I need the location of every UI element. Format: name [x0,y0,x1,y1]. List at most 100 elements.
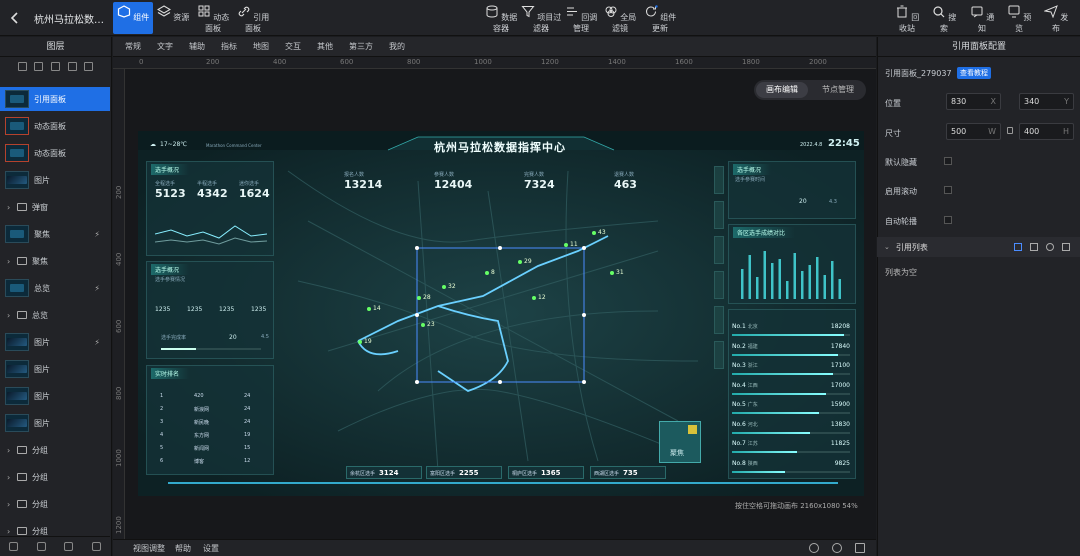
category-tab[interactable]: 文字 [157,41,173,52]
move-up-icon[interactable] [50,61,60,71]
category-tab[interactable]: 第三方 [349,41,373,52]
category-tab[interactable]: 常规 [125,41,141,52]
recycle-bin-button[interactable]: 回收站 [893,2,921,34]
layer-item[interactable]: 图片 [0,168,110,192]
focus-button[interactable]: 聚焦 [659,421,701,463]
default-hidden-checkbox[interactable] [944,157,952,165]
status-value-1: 1235 [155,306,171,313]
side-tab-2[interactable] [714,201,724,229]
help-button[interactable]: 帮助 [175,543,191,554]
layer-item[interactable]: 引用面板 [0,87,110,111]
layer-item[interactable]: 图片 [0,357,110,381]
layer-folder[interactable]: › 分组 [0,438,110,462]
height-input[interactable]: 400 H [1019,123,1074,140]
position-y-input[interactable]: 340 Y [1019,93,1074,110]
layer-folder[interactable]: › 弹窗 [0,195,110,219]
search-button[interactable]: 搜索 [930,2,958,34]
layer-folder[interactable]: › 分组 [0,465,110,489]
notification-button[interactable]: 通知 [968,2,996,34]
reference-link-icon[interactable]: ⚡ [94,284,100,293]
zoom-out-icon[interactable] [809,543,819,553]
lock-ratio-icon[interactable] [1007,127,1013,134]
group-icon[interactable] [67,61,77,71]
layer-folder[interactable]: › 分组 [0,492,110,516]
autoplay-checkbox[interactable] [944,216,952,224]
canvas-edit-tab[interactable]: 画布编辑 [756,82,808,98]
layer-item[interactable]: 动态面板 [0,141,110,165]
map-pin[interactable]: 19 [358,338,372,345]
global-filter-button[interactable]: 全局滤镜 [603,2,637,34]
layer-item[interactable]: 聚焦 ⚡ [0,222,110,246]
layer-folder[interactable]: › 聚焦 [0,249,110,273]
side-tab-6[interactable] [714,341,724,369]
category-tab[interactable]: 交互 [285,41,301,52]
category-tab[interactable]: 其他 [317,41,333,52]
side-tab-3[interactable] [714,236,724,264]
district-label: 桐庐区选手 [512,471,538,477]
tab-components[interactable]: 组件 [113,2,153,34]
layer-item[interactable]: 动态面板 [0,114,110,138]
category-tab[interactable]: 指标 [221,41,237,52]
move-bottom-icon[interactable] [34,61,44,71]
layer-label: 总览 [32,310,48,320]
layer-item[interactable]: 图片 ⚡ [0,330,110,354]
dashboard-preview[interactable]: ☁ 17~28℃ Marathon Command Center 杭州马拉松数据… [138,131,864,496]
layer-item[interactable]: 图片 [0,384,110,408]
list-icon[interactable] [1030,243,1038,251]
layer-folder[interactable]: › 总览 [0,303,110,327]
publish-button[interactable]: 发布 [1042,2,1070,34]
side-tab-4[interactable] [714,271,724,299]
panel-name: 引用面板_279037 [885,69,952,78]
add-icon[interactable] [1046,243,1054,251]
map-pin[interactable]: 29 [518,258,532,265]
fit-screen-icon[interactable] [855,543,865,553]
map-pin[interactable]: 43 [592,229,606,236]
delete-icon[interactable] [91,542,101,551]
move-top-icon[interactable] [17,61,27,71]
node-manage-tab[interactable]: 节点管理 [812,82,864,98]
map-pin[interactable]: 28 [417,294,431,301]
zoom-in-icon[interactable] [832,543,842,553]
copy-icon[interactable] [64,542,74,551]
side-tab-1[interactable] [714,166,724,194]
rank-cell: 2 [160,406,164,412]
map-pin[interactable]: 32 [442,283,456,290]
tab-ref-panel[interactable]: 引用面板 [235,2,271,34]
list-view-icon[interactable] [84,61,94,71]
map-pin[interactable]: 12 [532,294,546,301]
side-tab-5[interactable] [714,306,724,334]
value-cell: 24 [244,406,251,412]
trash-icon[interactable] [1062,243,1070,251]
map-pin[interactable]: 11 [564,241,578,248]
callback-manage-button[interactable]: 回调管理 [564,2,598,34]
map-pin[interactable]: 23 [421,321,435,328]
view-adjust-button[interactable]: 视图调整 [133,543,165,554]
component-update-button[interactable]: 组件更新 [643,2,677,34]
category-tab[interactable]: 我的 [389,41,405,52]
tree-view-icon[interactable] [1014,243,1022,251]
category-tab[interactable]: 地图 [253,41,269,52]
tab-resources[interactable]: 资源 [156,2,190,34]
reference-link-icon[interactable]: ⚡ [94,230,100,239]
back-arrow-icon[interactable] [8,10,22,26]
tutorial-link[interactable]: 查看教程 [957,67,991,79]
add-layer-icon[interactable] [9,542,19,551]
preview-button[interactable]: 预览 [1005,2,1033,34]
width-input[interactable]: 500 W [946,123,1001,140]
layer-item[interactable]: 总览 ⚡ [0,276,110,300]
settings-button[interactable]: 设置 [203,543,219,554]
map-pin[interactable]: 31 [610,269,624,276]
category-tab[interactable]: 辅助 [189,41,205,52]
map-pin[interactable]: 8 [485,269,495,276]
ref-list-header[interactable]: ⌄ 引用列表 [877,237,1080,257]
map-pin[interactable]: 14 [367,305,381,312]
enable-scroll-checkbox[interactable] [944,186,952,194]
position-x-input[interactable]: 830 X [946,93,1001,110]
data-container-button[interactable]: 数据容器 [484,2,518,34]
layer-item[interactable]: 图片 [0,411,110,435]
project-filter-button[interactable]: 项目过滤器 [520,2,562,34]
lock-icon[interactable] [36,542,46,551]
tab-dynamic-panel[interactable]: 动态面板 [195,2,231,34]
reference-link-icon[interactable]: ⚡ [94,338,100,347]
folder-icon [17,473,27,481]
